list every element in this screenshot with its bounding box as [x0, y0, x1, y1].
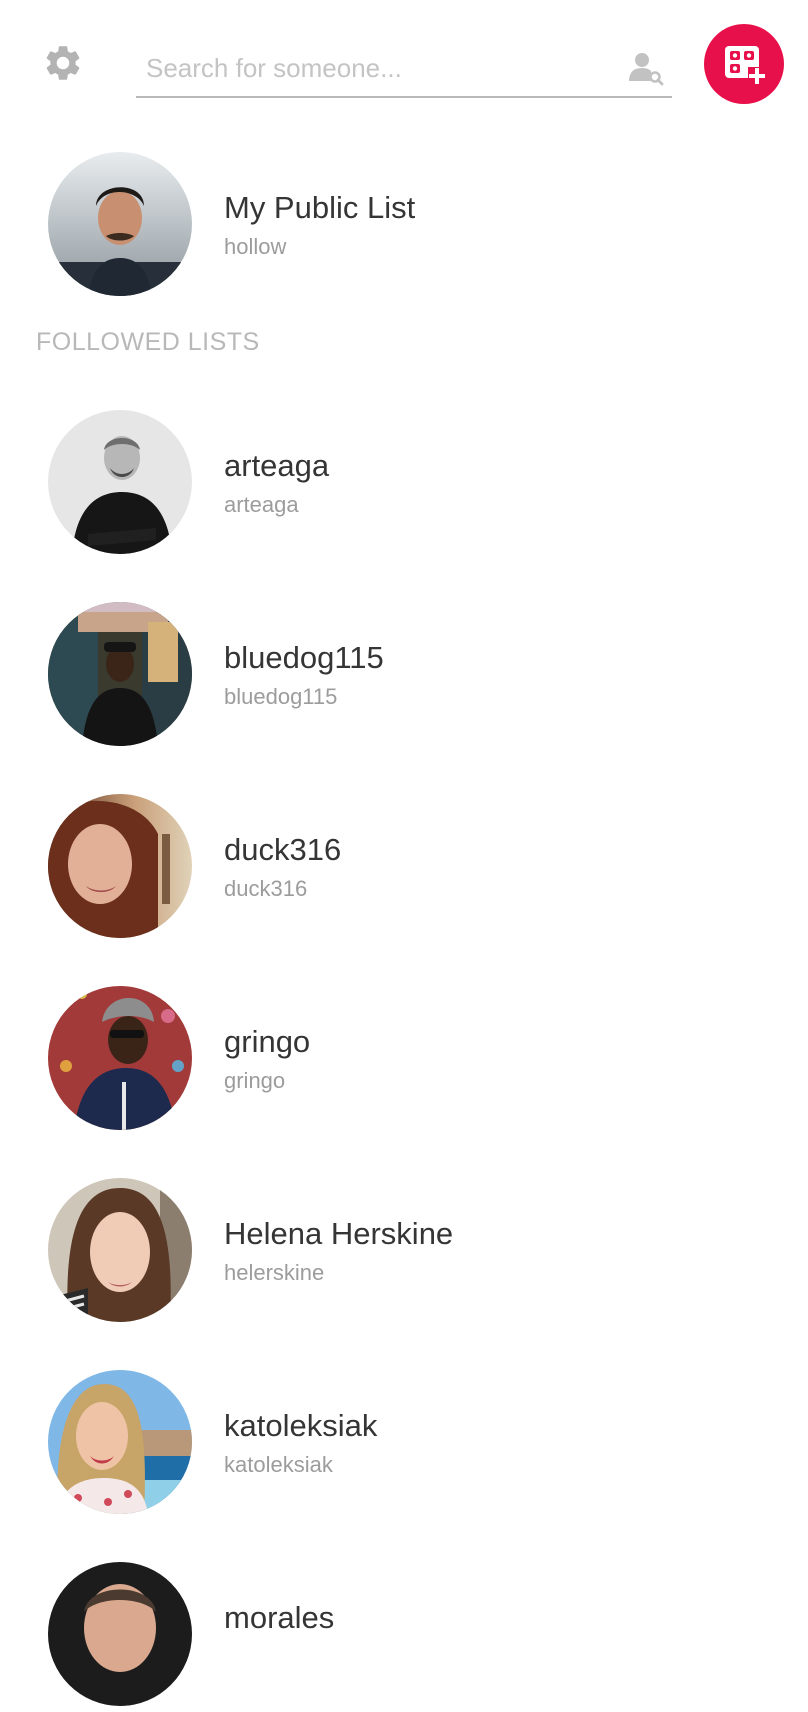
- list-item[interactable]: duck316 duck316: [0, 794, 808, 944]
- list-handle: helerskine: [224, 1260, 325, 1285]
- list-name: arteaga: [224, 448, 330, 483]
- list-name: katoleksiak: [224, 1408, 378, 1443]
- avatar: [48, 1370, 192, 1514]
- avatar: [48, 986, 192, 1130]
- list-handle: arteaga: [224, 492, 299, 517]
- list-item[interactable]: Helena Herskine helerskine: [0, 1178, 808, 1328]
- list-item[interactable]: gringo gringo: [0, 986, 808, 1136]
- person-search-icon[interactable]: [626, 48, 666, 88]
- list-item[interactable]: bluedog115 bluedog115: [0, 602, 808, 752]
- gear-icon[interactable]: [42, 42, 84, 84]
- section-title: FOLLOWED LISTS: [36, 328, 260, 356]
- list-item[interactable]: morales: [0, 1562, 808, 1712]
- list-name: bluedog115: [224, 640, 384, 675]
- list-handle: hollow: [224, 234, 287, 259]
- list-title: My Public List: [224, 190, 416, 225]
- list-handle: bluedog115: [224, 684, 338, 709]
- list-handle: katoleksiak: [224, 1452, 333, 1477]
- avatar: [48, 1562, 192, 1706]
- list-name: gringo: [224, 1024, 311, 1059]
- avatar: [48, 152, 192, 296]
- avatar: [48, 410, 192, 554]
- search-input[interactable]: [144, 40, 618, 96]
- list-item[interactable]: arteaga arteaga: [0, 410, 808, 560]
- avatar: [48, 1178, 192, 1322]
- avatar: [48, 794, 192, 938]
- list-name: Helena Herskine: [224, 1216, 454, 1251]
- add-list-button[interactable]: [704, 24, 784, 104]
- list-handle: duck316: [224, 876, 308, 901]
- top-bar: [0, 0, 808, 130]
- my-public-list-row[interactable]: My Public List hollow: [0, 152, 808, 302]
- search-bar: [136, 40, 672, 98]
- list-item[interactable]: katoleksiak katoleksiak: [0, 1370, 808, 1520]
- add-list-icon: [725, 46, 766, 85]
- list-name: morales: [224, 1600, 335, 1635]
- avatar: [48, 602, 192, 746]
- list-handle: gringo: [224, 1068, 286, 1093]
- list-name: duck316: [224, 832, 342, 867]
